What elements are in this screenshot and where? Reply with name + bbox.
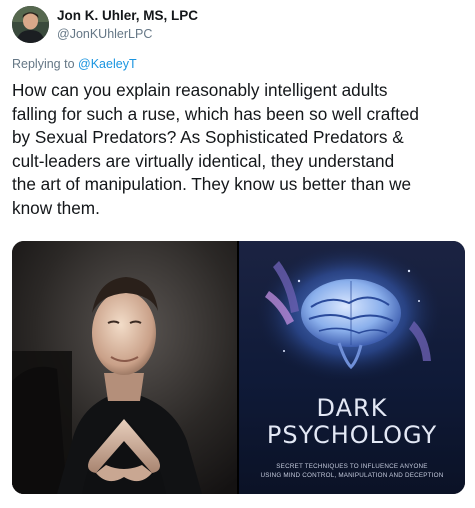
author-avatar[interactable] xyxy=(12,6,49,43)
tweet-text-line: falling for such a ruse, which has been … xyxy=(12,103,419,124)
tweet-text-line: the art of manipulation. They know us be… xyxy=(12,174,412,195)
author-name[interactable]: Jon K. Uhler, MS, LPC xyxy=(57,8,198,23)
tweet-text-line: know them. xyxy=(12,197,100,218)
tweet-text-line: cult-leaders are virtually identical, th… xyxy=(12,150,395,171)
tweet-text: How can you explain reasonably intellige… xyxy=(12,79,467,221)
book-title-line-2: PSYCHOLOGY xyxy=(266,421,438,449)
book-subtitle-line-1: SECRET TECHNIQUES TO INFLUENCE ANYONE xyxy=(276,463,428,470)
tweet-text-line: by Sexual Predators? As Sophisticated Pr… xyxy=(12,127,404,148)
portrait-photo[interactable] xyxy=(12,241,237,494)
tweet-media: DARK PSYCHOLOGY SECRET TECHNIQUES TO INF… xyxy=(12,241,465,494)
replying-to: Replying to @KaeleyT xyxy=(12,57,137,71)
replying-to-label: Replying to xyxy=(12,57,75,71)
tweet-text-line: How can you explain reasonably intellige… xyxy=(12,80,388,100)
reply-mention-link[interactable]: @KaeleyT xyxy=(78,57,137,71)
book-cover[interactable]: DARK PSYCHOLOGY SECRET TECHNIQUES TO INF… xyxy=(239,241,465,494)
book-title-line-1: DARK xyxy=(316,394,388,422)
book-subtitle-line-2: USING MIND CONTROL, MANIPULATION AND DEC… xyxy=(260,472,444,479)
tweet: Jon K. Uhler, MS, LPC @JonKUhlerLPC Repl… xyxy=(0,0,475,508)
author-handle[interactable]: @JonKUhlerLPC xyxy=(57,27,152,41)
